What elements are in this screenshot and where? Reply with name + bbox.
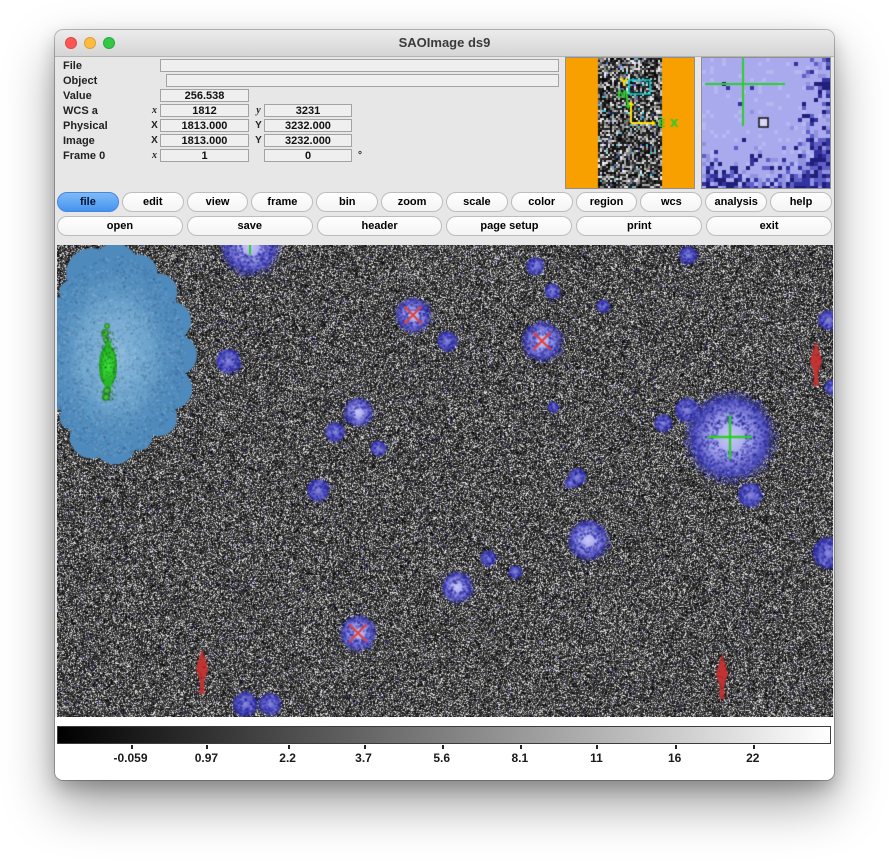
value-field: 256.538: [160, 89, 249, 102]
command-print[interactable]: print: [576, 216, 702, 236]
value-label: Value: [57, 90, 149, 102]
info-row-value: Value 256.538: [57, 88, 617, 103]
colorbar-tick-label: 2.2: [279, 751, 296, 765]
menu-analysis[interactable]: analysis: [705, 192, 767, 212]
colorbar-tick: [206, 745, 208, 749]
frame-rotate-field: 0: [264, 149, 352, 162]
desktop: SAOImage ds9 File Object Value 256.538 W…: [0, 0, 889, 862]
image-y-field: 3232.000: [264, 134, 352, 147]
colorbar-tick-label: 0.97: [195, 751, 218, 765]
menu-help[interactable]: help: [770, 192, 832, 212]
wcs-x-field: 1812: [160, 104, 249, 117]
physical-x-sublabel: X: [149, 120, 160, 131]
colorbar-tick-label: -0.059: [114, 751, 148, 765]
physical-label: Physical: [57, 120, 149, 132]
frame-zoom-field: 1: [160, 149, 249, 162]
colorbar-tick: [520, 745, 522, 749]
colorbar-tick-label: 5.6: [433, 751, 450, 765]
image-x-sublabel: X: [149, 135, 160, 146]
colorbar-tick-label: 16: [668, 751, 681, 765]
wcs-label: WCS a: [57, 105, 149, 117]
colorbar-tick: [288, 745, 290, 749]
colorbar-tick: [753, 745, 755, 749]
info-row-physical: Physical X 1813.000 Y 3232.000: [57, 118, 617, 133]
degree-symbol: °: [358, 150, 362, 161]
colorbar-area: -0.059 0.97 2.2 3.7 5.6 8.1 11 16 22: [55, 717, 834, 780]
info-row-frame: Frame 0 x 1 0 °: [57, 148, 617, 163]
colorbar-tick-label: 3.7: [355, 751, 372, 765]
info-row-file: File: [57, 58, 617, 73]
colorbar-tick: [364, 745, 366, 749]
wcs-y-field: 3231: [264, 104, 352, 117]
magnifier[interactable]: [701, 57, 831, 189]
menu-scale[interactable]: scale: [446, 192, 508, 212]
wcs-y-sublabel: y: [253, 105, 264, 116]
panner[interactable]: [565, 57, 695, 189]
frame-label: Frame 0: [57, 150, 149, 162]
info-row-image: Image X 1813.000 Y 3232.000: [57, 133, 617, 148]
physical-y-field: 3232.000: [264, 119, 352, 132]
frame-x-sublabel: x: [149, 150, 160, 161]
menu-file[interactable]: file: [57, 192, 119, 212]
object-label: Object: [57, 75, 149, 87]
menu-wcs[interactable]: wcs: [640, 192, 702, 212]
info-row-object: Object: [57, 73, 617, 88]
file-field: [160, 59, 559, 72]
colorbar-tick: [442, 745, 444, 749]
menu-edit[interactable]: edit: [122, 192, 184, 212]
ds9-window: SAOImage ds9 File Object Value 256.538 W…: [55, 30, 834, 780]
image-label: Image: [57, 135, 149, 147]
image-x-field: 1813.000: [160, 134, 249, 147]
image-y-sublabel: Y: [253, 135, 264, 146]
command-save[interactable]: save: [187, 216, 313, 236]
menu-region[interactable]: region: [576, 192, 638, 212]
wcs-x-sublabel: x: [149, 105, 160, 116]
colorbar-tick: [596, 745, 598, 749]
window-title: SAOImage ds9: [55, 30, 834, 56]
menu-bin[interactable]: bin: [316, 192, 378, 212]
colorbar-tick-label: 11: [590, 751, 603, 765]
info-panel: File Object Value 256.538 WCS a x 1812 y: [57, 58, 617, 163]
command-bar: opensaveheaderpage setupprintexit: [57, 216, 832, 236]
menu-zoom[interactable]: zoom: [381, 192, 443, 212]
file-label: File: [57, 60, 149, 72]
physical-y-sublabel: Y: [253, 120, 264, 131]
command-page-setup[interactable]: page setup: [446, 216, 572, 236]
colorbar-tick: [675, 745, 677, 749]
object-field: [166, 74, 559, 87]
physical-x-field: 1813.000: [160, 119, 249, 132]
titlebar[interactable]: SAOImage ds9: [55, 30, 834, 57]
command-exit[interactable]: exit: [706, 216, 832, 236]
command-open[interactable]: open: [57, 216, 183, 236]
colorbar-tick-label: 22: [746, 751, 759, 765]
info-row-wcs: WCS a x 1812 y 3231: [57, 103, 617, 118]
colorbar[interactable]: [57, 726, 831, 744]
command-header[interactable]: header: [317, 216, 443, 236]
colorbar-tick-label: 8.1: [512, 751, 529, 765]
colorbar-tick: [131, 745, 133, 749]
menu-frame[interactable]: frame: [251, 192, 313, 212]
menu-color[interactable]: color: [511, 192, 573, 212]
main-image[interactable]: [57, 245, 833, 717]
menu-bar: fileeditviewframebinzoomscalecolorregion…: [57, 192, 832, 212]
menu-view[interactable]: view: [187, 192, 249, 212]
